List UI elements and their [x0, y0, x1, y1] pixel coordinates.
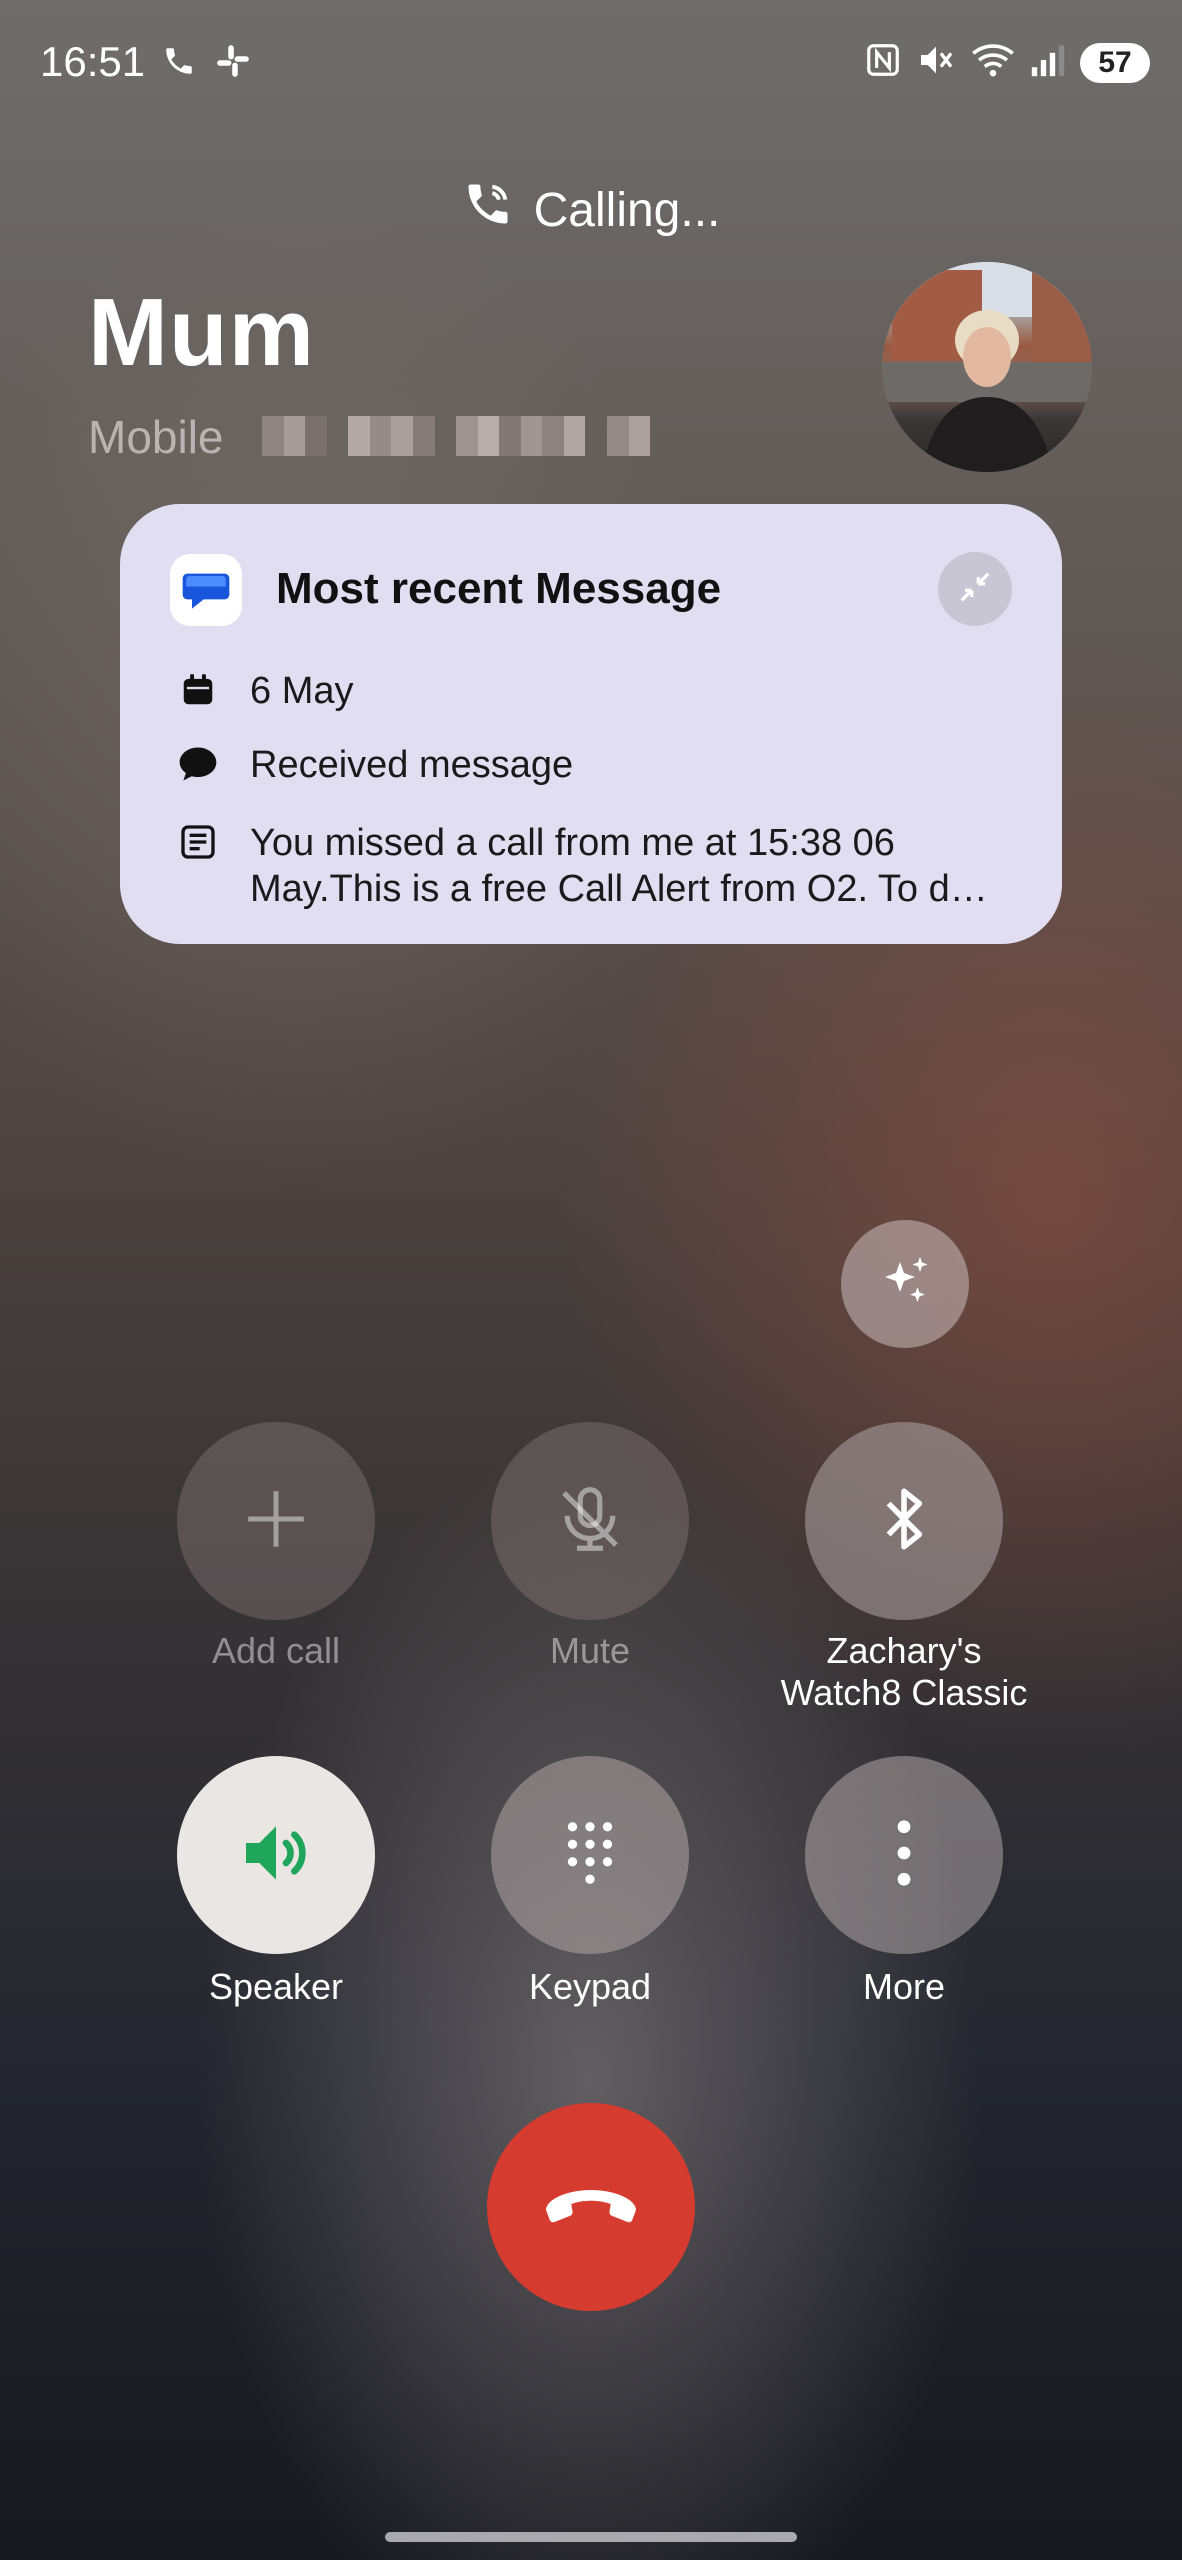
more-label: More: [862, 1966, 946, 2007]
bluetooth-control[interactable]: [805, 1422, 1003, 1620]
recent-message-card[interactable]: Most recent Message 6 May Received messa…: [120, 504, 1062, 944]
slack-icon: [214, 42, 252, 85]
calendar-icon: [176, 668, 220, 712]
wifi-calling-icon: [462, 178, 514, 242]
mic-off-icon: [551, 1480, 629, 1563]
phone-call-icon: [162, 44, 196, 83]
hang-up-icon: [541, 2175, 641, 2240]
more-vertical-icon: [892, 1818, 916, 1893]
add-call-label: Add call: [211, 1630, 341, 1671]
mute-button[interactable]: [491, 1422, 689, 1620]
status-time: 16:51: [40, 38, 146, 85]
call-status: Calling...: [0, 178, 1182, 242]
speaker-icon: [236, 1813, 316, 1898]
document-icon: [176, 820, 220, 864]
message-type-row: Received message: [176, 742, 1030, 788]
status-left-icons: [162, 42, 252, 85]
status-right-icons: 57: [864, 40, 1150, 85]
contact-name: Mum: [88, 279, 315, 386]
end-call-button[interactable]: [487, 2103, 695, 2311]
speaker-label: Speaker: [208, 1966, 344, 2007]
more-control[interactable]: [805, 1756, 1003, 1954]
wifi-icon: [970, 40, 1016, 85]
messages-app-icon: [170, 554, 242, 626]
mute-label: Mute: [549, 1630, 631, 1671]
bluetooth-device-line2: Watch8 Classic: [780, 1672, 1028, 1713]
more-button[interactable]: [805, 1756, 1003, 1954]
add-call-button[interactable]: [177, 1422, 375, 1620]
keypad-control[interactable]: [491, 1756, 689, 1954]
message-date-row: 6 May: [176, 668, 1030, 714]
plus-icon: [239, 1482, 313, 1561]
contact-avatar[interactable]: [882, 262, 1092, 472]
collapse-icon: [955, 567, 995, 612]
add-call-control[interactable]: [177, 1422, 375, 1620]
chat-bubble-icon: [176, 742, 220, 786]
signal-icon: [1030, 41, 1066, 84]
ai-assist-button[interactable]: [841, 1220, 969, 1348]
collapse-button[interactable]: [938, 552, 1012, 626]
home-indicator[interactable]: [385, 2532, 797, 2542]
call-status-text: Calling...: [533, 183, 721, 237]
bluetooth-device-label: Zachary's Watch8 Classic: [725, 1630, 1083, 1714]
bluetooth-icon: [867, 1482, 941, 1561]
battery-icon: 57: [1080, 42, 1150, 83]
speaker-control[interactable]: [177, 1756, 375, 1954]
message-type: Received message: [250, 744, 574, 786]
message-card-title: Most recent Message: [276, 564, 722, 613]
sparkle-icon: [875, 1252, 935, 1317]
speaker-button[interactable]: [177, 1756, 375, 1954]
message-preview: You missed a call from me at 15:38 06 Ma…: [250, 820, 1030, 912]
bluetooth-device-line1: Zachary's: [826, 1630, 982, 1671]
keypad-label: Keypad: [528, 1966, 652, 2007]
mute-icon: [916, 40, 956, 85]
bluetooth-button[interactable]: [805, 1422, 1003, 1620]
keypad-icon: [560, 1818, 620, 1893]
message-preview-line2: May.This is a free Call Alert from O2. T…: [250, 868, 988, 910]
redacted-phone-number: [262, 416, 651, 456]
mute-control[interactable]: [491, 1422, 689, 1620]
message-preview-line1: You missed a call from me at 15:38 06: [250, 822, 895, 864]
nfc-icon: [864, 41, 902, 84]
keypad-button[interactable]: [491, 1756, 689, 1954]
number-type-label: Mobile: [88, 411, 224, 463]
message-date: 6 May: [250, 670, 354, 712]
message-preview-row: You missed a call from me at 15:38 06 Ma…: [176, 820, 1030, 912]
